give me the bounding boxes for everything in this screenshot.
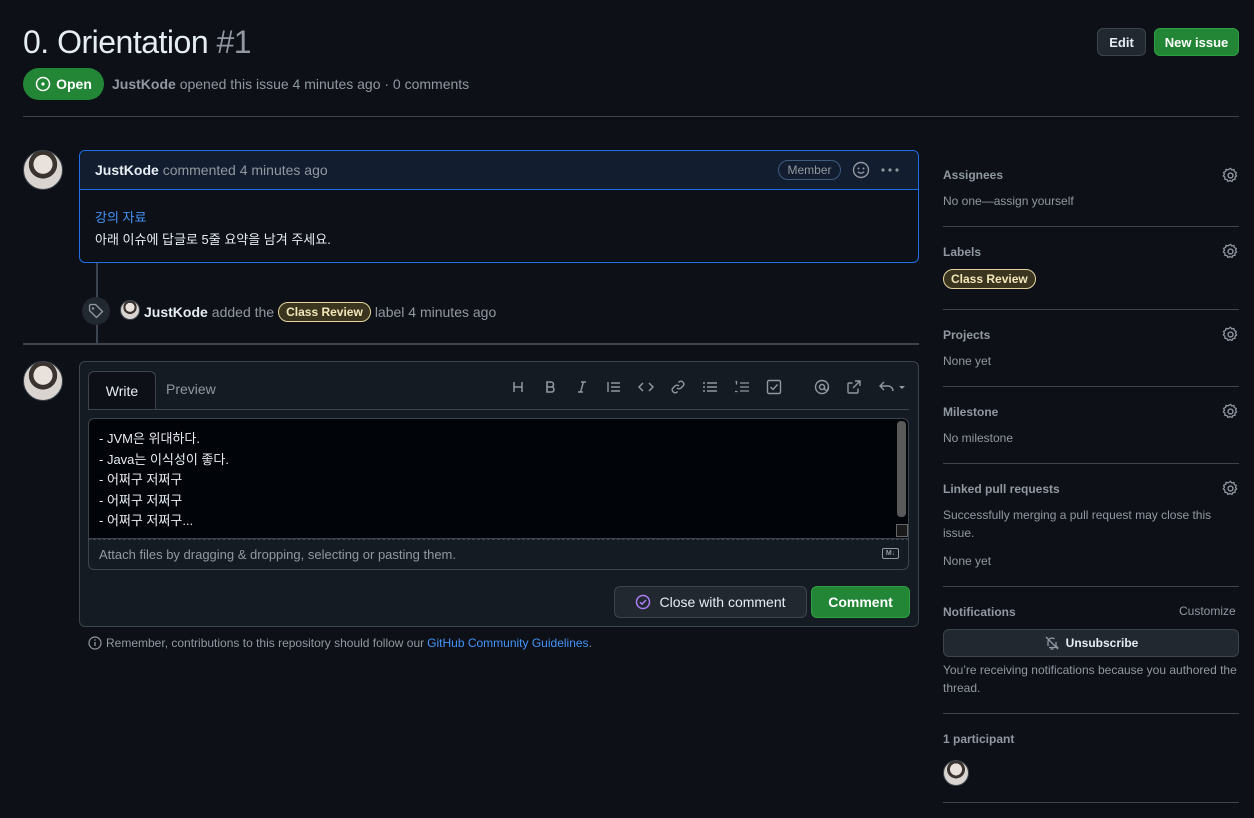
guidelines-link[interactable]: GitHub Community Guidelines: [427, 636, 588, 650]
sidebar-divider: [943, 463, 1239, 464]
gear-icon[interactable]: [1222, 167, 1239, 184]
sidebar-divider: [943, 226, 1239, 227]
comment-body: 아래 이슈에 답글로 5줄 요약을 남겨 주세요.: [95, 232, 331, 247]
textarea-scrollbar[interactable]: [897, 421, 906, 517]
assignees-title[interactable]: Assignees: [943, 168, 1003, 182]
avatar[interactable]: [943, 760, 969, 786]
assignees-value[interactable]: No one—assign yourself: [943, 192, 1074, 210]
markdown-icon[interactable]: M↓: [882, 548, 899, 559]
new-issue-button[interactable]: New issue: [1154, 28, 1239, 56]
sidebar-label-badge[interactable]: Class Review: [943, 269, 1036, 289]
attach-files-area[interactable]: Attach files by dragging & dropping, sel…: [88, 539, 909, 570]
edit-button[interactable]: Edit: [1097, 28, 1146, 56]
unsubscribe-label: Unsubscribe: [1065, 636, 1139, 650]
comment-author[interactable]: JustKode: [95, 162, 159, 178]
notifications-title: Notifications: [943, 605, 1016, 619]
code-icon[interactable]: [635, 376, 657, 398]
gear-icon[interactable]: [1222, 326, 1239, 343]
sidebar-divider: [943, 586, 1239, 587]
issue-title-text: 0. Orientation: [23, 24, 209, 60]
link-icon[interactable]: [667, 376, 689, 398]
resource-link[interactable]: 강의 자료: [95, 207, 146, 226]
mention-icon[interactable]: [811, 376, 833, 398]
label-event: JustKode added the Class Review label 4 …: [144, 302, 496, 322]
linked-prs-value: None yet: [943, 554, 992, 568]
gear-icon[interactable]: [1222, 243, 1239, 260]
comment-button[interactable]: Comment: [811, 586, 910, 618]
participants-title: 1 participant: [943, 732, 1015, 746]
label-badge[interactable]: Class Review: [278, 302, 371, 322]
emoji-reaction-icon[interactable]: [852, 161, 870, 179]
sidebar-divider: [943, 386, 1239, 387]
gear-icon[interactable]: [1222, 480, 1239, 497]
sidebar-divider: [943, 713, 1239, 714]
reply-icon[interactable]: [877, 376, 909, 398]
remember-text: Remember, contributions to this reposito…: [106, 636, 425, 650]
avatar[interactable]: [23, 361, 63, 401]
remember-end: .: [588, 636, 592, 650]
issue-number: #1: [216, 24, 252, 60]
comment-time[interactable]: commented 4 minutes ago: [163, 162, 328, 178]
info-icon: [88, 636, 102, 650]
projects-title[interactable]: Projects: [943, 328, 990, 342]
heading-icon[interactable]: [507, 376, 529, 398]
tab-preview[interactable]: Preview: [166, 381, 216, 397]
milestone-value: No milestone: [943, 431, 1014, 445]
guidelines-note: Remember, contributions to this reposito…: [88, 636, 592, 650]
italic-icon[interactable]: [571, 376, 593, 398]
gear-icon[interactable]: [1222, 403, 1239, 420]
event-post-text: label 4 minutes ago: [374, 304, 497, 320]
issue-meta: JustKode opened this issue 4 minutes ago…: [112, 76, 469, 92]
customize-link[interactable]: Customize: [1179, 604, 1236, 618]
avatar[interactable]: [23, 150, 63, 190]
unordered-list-icon[interactable]: [699, 376, 721, 398]
issue-title: 0. Orientation #1: [23, 22, 252, 62]
timeline-divider: [23, 343, 919, 345]
linked-prs-description: Successfully merging a pull request may …: [943, 508, 1212, 540]
bell-slash-icon: [1045, 636, 1059, 650]
sidebar-divider: [943, 309, 1239, 310]
event-actor[interactable]: JustKode: [144, 304, 208, 320]
labels-title[interactable]: Labels: [943, 245, 981, 259]
event-pre-text: added the: [211, 304, 275, 320]
bold-icon[interactable]: [539, 376, 561, 398]
reference-icon[interactable]: [843, 376, 865, 398]
notifications-description: You’re receiving notifications because y…: [943, 663, 1237, 695]
milestone-title[interactable]: Milestone: [943, 405, 998, 419]
kebab-menu-icon[interactable]: [880, 162, 900, 178]
member-badge: Member: [778, 160, 841, 180]
task-list-icon[interactable]: [763, 376, 785, 398]
status-text: Open: [56, 76, 92, 92]
comment-textarea[interactable]: - JVM은 위대하다. - Java는 이식성이 좋다. - 어쩌구 저쩌구 …: [88, 418, 909, 539]
quote-icon[interactable]: [603, 376, 625, 398]
toolbar-divider: [88, 409, 909, 410]
issue-open-icon: [35, 76, 51, 92]
tab-write[interactable]: Write: [88, 371, 156, 410]
sidebar-divider: [943, 802, 1239, 803]
unsubscribe-button[interactable]: Unsubscribe: [943, 629, 1239, 657]
tag-icon: [82, 297, 110, 325]
close-with-comment-label: Close with comment: [659, 594, 786, 610]
author-link[interactable]: JustKode: [112, 76, 176, 92]
linked-prs-title[interactable]: Linked pull requests: [943, 482, 1060, 496]
meta-text: opened this issue 4 minutes ago · 0 comm…: [179, 76, 470, 92]
projects-value: None yet: [943, 354, 992, 368]
resize-handle[interactable]: [896, 524, 908, 537]
comment-header-text: JustKode commented 4 minutes ago: [95, 162, 328, 178]
check-circle-icon: [636, 594, 651, 610]
close-with-comment-button[interactable]: Close with comment: [614, 586, 807, 618]
header-divider: [23, 116, 1239, 117]
ordered-list-icon[interactable]: [731, 376, 753, 398]
status-badge: Open: [23, 68, 104, 100]
avatar[interactable]: [120, 300, 140, 320]
